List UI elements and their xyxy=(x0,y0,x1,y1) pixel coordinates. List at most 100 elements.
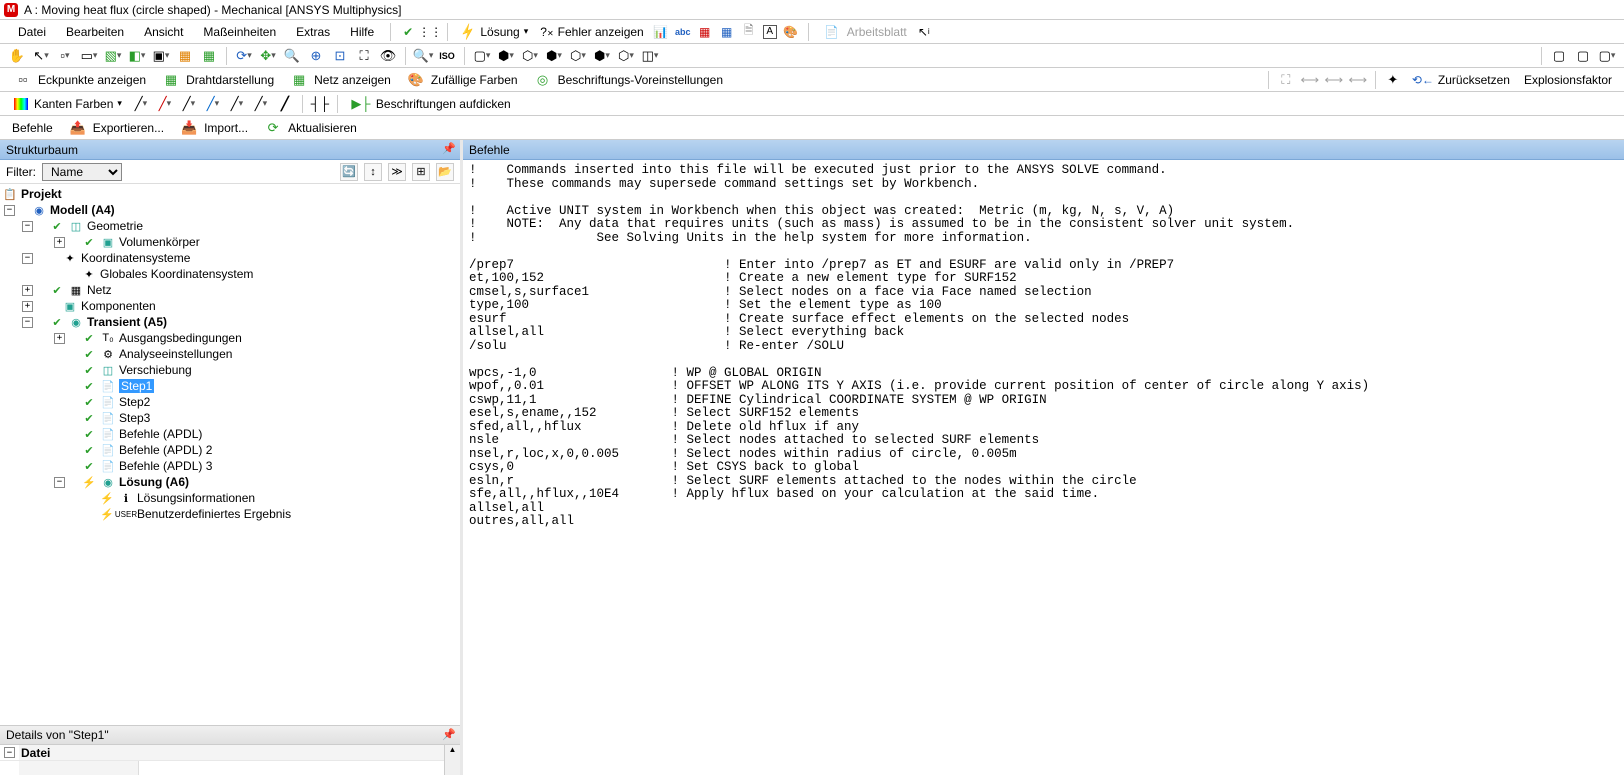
expand-icon[interactable]: + xyxy=(54,333,65,344)
menu-masseinheiten[interactable]: Maßeinheiten xyxy=(193,23,286,41)
tree-step3[interactable]: ✔ 📄 Step3 xyxy=(0,410,460,426)
zufallige-button[interactable]: 🎨 Zufällige Farben xyxy=(399,69,524,91)
filter-plus-icon[interactable]: ⊞ xyxy=(412,163,430,181)
dots-icon[interactable]: ⋮⋮ xyxy=(422,24,438,40)
box3-icon[interactable]: ▢ xyxy=(1598,47,1616,65)
plane-icon[interactable]: ◫ xyxy=(641,47,659,65)
losung-button[interactable]: ⚡ Lösung ▾ xyxy=(454,22,534,42)
collapse-icon[interactable]: − xyxy=(22,253,33,264)
view2-icon[interactable]: ⬢ xyxy=(497,47,515,65)
draht-button[interactable]: ▦ Drahtdarstellung xyxy=(154,69,280,91)
edge1-icon[interactable]: ╱ xyxy=(132,95,150,113)
tree-step1[interactable]: ✔ 📄 Step1 xyxy=(0,378,460,394)
code-area[interactable]: ! Commands inserted into this file will … xyxy=(463,160,1624,775)
tree-befehle-apdl2[interactable]: ✔ 📄 Befehle (APDL) 2 xyxy=(0,442,460,458)
face-icon[interactable]: ▧ xyxy=(104,47,122,65)
menu-datei[interactable]: Datei xyxy=(8,23,56,41)
edge5-icon[interactable]: ╱ xyxy=(228,95,246,113)
filter-folder-icon[interactable]: 📂 xyxy=(436,163,454,181)
pin-icon[interactable]: 📌 xyxy=(442,142,456,155)
expand-icon[interactable]: + xyxy=(54,237,65,248)
colors-icon[interactable]: 🎨 xyxy=(783,24,799,40)
look-icon[interactable]: 👁 xyxy=(379,47,397,65)
box1-icon[interactable]: ▢ xyxy=(1550,47,1568,65)
netz-button[interactable]: ▦ Netz anzeigen xyxy=(282,69,397,91)
cursor-icon[interactable]: ↖i xyxy=(916,24,932,40)
tree-befehle-apdl3[interactable]: ✔ 📄 Befehle (APDL) 3 xyxy=(0,458,460,474)
exportieren-button[interactable]: 📤 Exportieren... xyxy=(61,117,170,139)
page-icon[interactable]: 🗎 xyxy=(741,24,757,40)
tree-projekt[interactable]: 📋 Projekt xyxy=(0,186,460,202)
fehler-button[interactable]: ?✕ Fehler anzeigen xyxy=(534,23,649,41)
view4-icon[interactable]: ⬢ xyxy=(545,47,563,65)
chart-icon[interactable]: 📊 xyxy=(653,24,669,40)
tree-verschiebung[interactable]: ✔ ◫ Verschiebung xyxy=(0,362,460,378)
vertex-icon[interactable]: ▫ xyxy=(56,47,74,65)
grid2-icon[interactable]: ▦ xyxy=(719,24,735,40)
collapse-icon[interactable]: − xyxy=(54,477,65,488)
collapse-icon[interactable]: − xyxy=(22,221,33,232)
view5-icon[interactable]: ⬡ xyxy=(569,47,587,65)
coord-icon[interactable]: ✦ xyxy=(1384,71,1402,89)
explosions-button[interactable]: Explosionsfaktor xyxy=(1518,71,1618,89)
tree-koord[interactable]: − ✦ Koordinatensysteme xyxy=(0,250,460,266)
filter-refresh-icon[interactable]: 🔄 xyxy=(340,163,358,181)
expand-icon[interactable]: + xyxy=(22,285,33,296)
view-icon[interactable]: ▢ xyxy=(473,47,491,65)
tree-ausgangs[interactable]: + ✔ T₀ Ausgangsbedingungen xyxy=(0,330,460,346)
eckpunkte-button[interactable]: ▫▫ Eckpunkte anzeigen xyxy=(6,69,152,91)
rotate-icon[interactable]: ⟳ xyxy=(235,47,253,65)
edge-icon[interactable]: ▭ xyxy=(80,47,98,65)
tree-befehle-apdl[interactable]: ✔ 📄 Befehle (APDL) xyxy=(0,426,460,442)
tree-komponenten[interactable]: + ▣ Komponenten xyxy=(0,298,460,314)
tree-analyse[interactable]: ✔ ⚙ Analyseeinstellungen xyxy=(0,346,460,362)
mesh-node-icon[interactable]: ▦ xyxy=(200,47,218,65)
view6-icon[interactable]: ⬢ xyxy=(593,47,611,65)
scrollbar[interactable]: ▲ xyxy=(444,745,460,775)
tree-step2[interactable]: ✔ 📄 Step2 xyxy=(0,394,460,410)
box2-icon[interactable]: ▢ xyxy=(1574,47,1592,65)
edge2-icon[interactable]: ╱ xyxy=(156,95,174,113)
menu-hilfe[interactable]: Hilfe xyxy=(340,23,384,41)
menu-ansicht[interactable]: Ansicht xyxy=(134,23,193,41)
body-icon[interactable]: ◧ xyxy=(128,47,146,65)
beschriftungs-button[interactable]: ◎ Beschriftungs-Voreinstellungen xyxy=(526,69,729,91)
edge6-icon[interactable]: ╱ xyxy=(252,95,270,113)
scroll-up-icon[interactable]: ▲ xyxy=(449,745,457,754)
tree[interactable]: 📋 Projekt − ◉ Modell (A4) − ✔ ◫ Geometri… xyxy=(0,184,460,725)
tree-transient[interactable]: − ✔ ◉ Transient (A5) xyxy=(0,314,460,330)
marker-icon[interactable]: ┤├ xyxy=(311,95,329,113)
fit-icon[interactable]: ⛶ xyxy=(355,47,373,65)
tree-globkoord[interactable]: ✦ Globales Koordinatensystem xyxy=(0,266,460,282)
zoom2-icon[interactable]: 🔍 xyxy=(414,47,432,65)
tree-geometrie[interactable]: − ✔ ◫ Geometrie xyxy=(0,218,460,234)
edge3-icon[interactable]: ╱ xyxy=(180,95,198,113)
filter-select[interactable]: Name xyxy=(42,163,122,181)
tree-benutzer[interactable]: ⚡ USER Benutzerdefiniertes Ergebnis xyxy=(0,506,460,522)
abc-icon[interactable]: abc xyxy=(675,24,691,40)
collapse-icon[interactable]: − xyxy=(4,205,15,216)
cursor-select-icon[interactable]: ↖ xyxy=(32,47,50,65)
filter-expand-icon[interactable]: ↕ xyxy=(364,163,382,181)
grid-icon[interactable]: ▦ xyxy=(697,24,713,40)
check-icon[interactable]: ✔ xyxy=(400,24,416,40)
tree-modell[interactable]: − ◉ Modell (A4) xyxy=(0,202,460,218)
zoom-box-icon[interactable]: ⊡ xyxy=(331,47,349,65)
kanten-button[interactable]: Kanten Farben ▾ xyxy=(6,95,128,113)
edge-thick-icon[interactable]: ╱ xyxy=(276,95,294,113)
node-icon[interactable]: ▣ xyxy=(152,47,170,65)
details-row-datei[interactable]: − Datei xyxy=(0,745,460,761)
tree-netz[interactable]: + ✔ ▦ Netz xyxy=(0,282,460,298)
import-button[interactable]: 📥 Import... xyxy=(172,117,254,139)
befehle-button[interactable]: Befehle xyxy=(6,119,59,137)
collapse-icon[interactable]: − xyxy=(4,747,15,758)
zuruck-button[interactable]: ⟲← Zurücksetzen xyxy=(1406,71,1516,89)
tree-losung[interactable]: − ⚡ ◉ Lösung (A6) xyxy=(0,474,460,490)
a-text-icon[interactable]: A xyxy=(763,25,777,39)
pin-icon[interactable]: 📌 xyxy=(442,728,456,741)
tree-volumen[interactable]: + ✔ ▣ Volumenkörper xyxy=(0,234,460,250)
collapse-icon[interactable]: − xyxy=(22,317,33,328)
edge4-icon[interactable]: ╱ xyxy=(204,95,222,113)
expand-icon[interactable]: + xyxy=(22,301,33,312)
zoom-fit-icon[interactable]: ⊕ xyxy=(307,47,325,65)
